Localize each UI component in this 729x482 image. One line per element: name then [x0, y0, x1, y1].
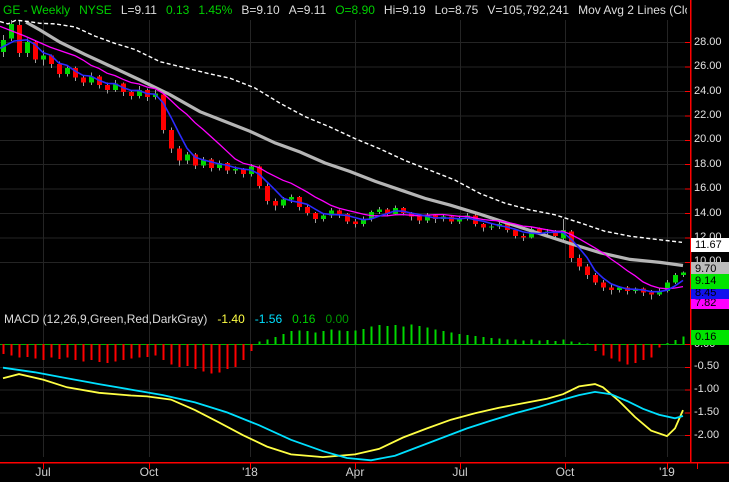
candle-down	[105, 84, 110, 90]
white-ma-badge: 11.67	[691, 238, 729, 252]
candle-up	[489, 226, 494, 228]
header-net-change: 0.13	[165, 3, 190, 17]
macd-axis-label: -2.00	[694, 428, 720, 441]
header-bid: B=9.10	[241, 3, 280, 17]
candle-down	[649, 292, 654, 295]
header-exchange: NYSE	[79, 3, 112, 17]
price-axis-label: 18.00	[694, 157, 722, 170]
candle-down	[305, 206, 310, 213]
candle-down	[177, 148, 182, 161]
candle-up	[25, 42, 30, 54]
candle-down	[585, 266, 590, 276]
macd-line	[2, 373, 684, 459]
candle-up	[673, 275, 678, 283]
header-symbol: GE - Weekly	[3, 3, 71, 17]
ma4-line	[0, 38, 684, 293]
time-axis-label: '19	[659, 465, 675, 479]
candle-down	[337, 210, 342, 215]
trading-chart-window: GE - Weekly NYSE L=9.11 0.13 1.45% B=9.10 A=9.…	[0, 0, 729, 482]
time-axis-label: '18	[242, 465, 258, 479]
price-axis-label: 14.00	[694, 206, 722, 219]
candle-down	[577, 258, 582, 267]
candle-up	[185, 154, 190, 161]
candle-down	[593, 275, 598, 283]
time-axis-label: Apr	[345, 465, 365, 479]
price-axis-label: 20.00	[694, 133, 722, 146]
candle-up	[281, 199, 286, 206]
candle-down	[609, 287, 614, 290]
time-axis-label: Jul	[452, 465, 468, 479]
candle-up	[321, 215, 326, 220]
candle-down	[169, 130, 174, 149]
chart-canvas[interactable]	[0, 0, 729, 482]
header-high: Hi=9.19	[383, 3, 426, 17]
macd-signal-value: -1.56	[254, 312, 283, 326]
header-volume: V=105,792,241	[487, 3, 570, 17]
signal-line	[2, 366, 684, 462]
candle-up	[65, 67, 70, 74]
macd-hist-value: 0.16	[292, 312, 316, 326]
header-indicator: Mov Avg 2 Lines (Close,4,10,0)	[578, 3, 687, 17]
candle-down	[17, 25, 22, 54]
candle-down	[313, 213, 318, 220]
last-price-badge: 9.14	[691, 274, 729, 289]
hist-badge: 0.16	[691, 330, 729, 345]
candle-down	[57, 64, 62, 74]
candle-down	[273, 200, 278, 206]
symbol-quote-header: GE - Weekly NYSE L=9.11 0.13 1.45% B=9.10 A=9.…	[3, 3, 687, 18]
price-axis-label: 16.00	[694, 182, 722, 195]
header-open: O=8.90	[335, 3, 375, 17]
candle-down	[521, 236, 526, 238]
macd-macd-value: -1.40	[217, 312, 245, 326]
gray-ma-line	[25, 20, 684, 268]
time-axis-label: Jul	[35, 465, 51, 479]
candle-down	[161, 94, 166, 131]
price-axis-label: 28.00	[694, 35, 722, 48]
candle-down	[417, 216, 422, 221]
header-pct-change: 1.45%	[198, 3, 233, 17]
macd-axis-label: -1.50	[694, 405, 720, 418]
candle-up	[681, 272, 686, 276]
candle-down	[353, 221, 358, 224]
candle-up	[41, 55, 46, 60]
candle-down	[481, 223, 486, 228]
macd-label: MACD (12,26,9,Green,Red,DarkGray)	[4, 312, 208, 326]
candle-up	[233, 169, 238, 171]
candle-down	[513, 230, 518, 237]
macd-indicator-header: MACD (12,26,9,Green,Red,DarkGray) -1.40 -1…	[4, 312, 359, 326]
candle-up	[289, 197, 294, 200]
time-axis-label: Oct	[139, 465, 159, 479]
macd-axis-label: -1.00	[694, 383, 720, 396]
candle-down	[265, 186, 270, 201]
price-axis-label: 26.00	[694, 60, 722, 73]
candle-down	[129, 92, 134, 96]
price-axis-label: 22.00	[694, 108, 722, 121]
header-low: Lo=8.75	[434, 3, 479, 17]
candle-down	[601, 282, 606, 288]
candle-down	[81, 77, 86, 83]
macd-zero-value: 0.00	[325, 312, 349, 326]
header-ask: A=9.11	[288, 3, 327, 17]
candle-down	[209, 159, 214, 168]
header-last: L=9.11	[120, 3, 157, 17]
time-axis-label: Oct	[555, 465, 575, 479]
candle-up	[377, 209, 382, 212]
price-axis-label: 24.00	[694, 84, 722, 97]
macd-axis-label: -0.50	[694, 360, 720, 373]
